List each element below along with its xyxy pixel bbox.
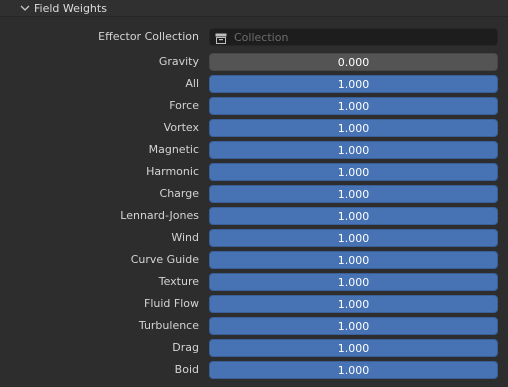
- weight-slider-gravity[interactable]: 0.000: [209, 53, 498, 71]
- panel-title: Field Weights: [34, 1, 107, 15]
- weight-row-fluid-flow: Fluid Flow 1.000: [0, 294, 508, 314]
- weight-row-magnetic: Magnetic 1.000: [0, 140, 508, 160]
- weight-slider-harmonic[interactable]: 1.000: [209, 163, 498, 181]
- weight-label-lennard-jones: Lennard-Jones: [120, 209, 199, 222]
- weight-row-harmonic: Harmonic 1.000: [0, 162, 508, 182]
- weight-row-force: Force 1.000: [0, 96, 508, 116]
- weight-row-gravity: Gravity 0.000: [0, 52, 508, 72]
- weight-label-harmonic: Harmonic: [146, 165, 199, 178]
- effector-collection-row: Effector Collection Collection: [0, 27, 508, 47]
- collection-placeholder: Collection: [234, 31, 289, 44]
- weight-slider-boid[interactable]: 1.000: [209, 361, 498, 379]
- weight-row-turbulence: Turbulence 1.000: [0, 316, 508, 336]
- header-divider: [0, 16, 508, 17]
- weight-row-all: All 1.000: [0, 74, 508, 94]
- weight-label-wind: Wind: [171, 231, 199, 244]
- weight-slider-all[interactable]: 1.000: [209, 75, 498, 93]
- field-weights-panel: Field Weights Effector Collection Collec…: [0, 0, 508, 387]
- weight-label-all: All: [185, 77, 199, 90]
- weight-row-drag: Drag 1.000: [0, 338, 508, 358]
- weight-slider-drag[interactable]: 1.000: [209, 339, 498, 357]
- weight-row-texture: Texture 1.000: [0, 272, 508, 292]
- weight-label-charge: Charge: [159, 187, 199, 200]
- weight-slider-lennard-jones[interactable]: 1.000: [209, 207, 498, 225]
- weight-label-force: Force: [169, 99, 199, 112]
- weight-label-curve-guide: Curve Guide: [130, 253, 199, 266]
- weight-slider-turbulence[interactable]: 1.000: [209, 317, 498, 335]
- weight-slider-texture[interactable]: 1.000: [209, 273, 498, 291]
- weight-label-turbulence: Turbulence: [138, 319, 199, 332]
- weight-slider-curve-guide[interactable]: 1.000: [209, 251, 498, 269]
- weight-slider-charge[interactable]: 1.000: [209, 185, 498, 203]
- weight-label-gravity: Gravity: [158, 55, 199, 68]
- weight-label-boid: Boid: [174, 363, 199, 376]
- weight-row-charge: Charge 1.000: [0, 184, 508, 204]
- weight-row-wind: Wind 1.000: [0, 228, 508, 248]
- weight-label-texture: Texture: [158, 275, 199, 288]
- weight-slider-wind[interactable]: 1.000: [209, 229, 498, 247]
- weight-slider-vortex[interactable]: 1.000: [209, 119, 498, 137]
- weight-label-fluid-flow: Fluid Flow: [144, 297, 199, 310]
- weight-label-drag: Drag: [172, 341, 199, 354]
- chevron-down-icon[interactable]: [19, 2, 31, 14]
- weight-row-lennard-jones: Lennard-Jones 1.000: [0, 206, 508, 226]
- weight-slider-fluid-flow[interactable]: 1.000: [209, 295, 498, 313]
- weight-slider-force[interactable]: 1.000: [209, 97, 498, 115]
- weight-row-curve-guide: Curve Guide 1.000: [0, 250, 508, 270]
- weight-row-boid: Boid 1.000: [0, 360, 508, 380]
- weight-label-vortex: Vortex: [163, 121, 199, 134]
- effector-collection-label: Effector Collection: [98, 30, 199, 43]
- weight-row-vortex: Vortex 1.000: [0, 118, 508, 138]
- weight-label-magnetic: Magnetic: [148, 143, 199, 156]
- effector-collection-field[interactable]: Collection: [209, 28, 498, 46]
- panel-header[interactable]: Field Weights: [0, 0, 508, 16]
- weight-slider-magnetic[interactable]: 1.000: [209, 141, 498, 159]
- collection-icon: [215, 32, 227, 44]
